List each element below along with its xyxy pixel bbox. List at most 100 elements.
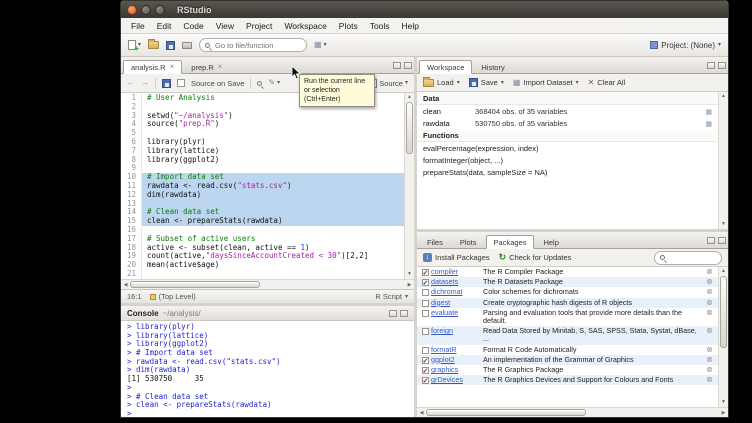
scroll-down-icon[interactable]: ▼ [719, 220, 728, 229]
workspace-vertical-scrollbar[interactable]: ▲ ▼ [718, 92, 728, 229]
maximize-pane-icon[interactable] [404, 62, 412, 69]
print-button[interactable] [182, 42, 192, 49]
remove-package-icon[interactable]: ⊗ [703, 309, 716, 317]
scrollbar-track[interactable] [130, 280, 405, 289]
remove-package-icon[interactable]: ⊗ [703, 278, 716, 286]
menu-workspace[interactable]: Workspace [278, 19, 332, 33]
package-link[interactable]: graphics [431, 366, 479, 374]
tab-packages[interactable]: Packages [486, 235, 535, 249]
open-file-button[interactable] [148, 41, 159, 49]
menu-tools[interactable]: Tools [364, 19, 396, 33]
menu-help[interactable]: Help [396, 19, 425, 33]
scrollbar-thumb[interactable] [130, 281, 260, 288]
package-checkbox[interactable] [419, 327, 431, 335]
workspace-data-row[interactable]: rawdata 530750 obs. of 35 variables ▦ [417, 117, 718, 129]
package-checkbox[interactable] [419, 288, 431, 296]
workspace-function-row[interactable]: evalPercentage(expression, index) [417, 142, 718, 154]
package-checkbox[interactable] [419, 299, 431, 307]
project-selector[interactable]: Project: (None) ▾ [650, 41, 721, 50]
package-search-input[interactable] [668, 252, 716, 263]
menu-project[interactable]: Project [240, 19, 278, 33]
package-checkbox[interactable]: ✓ [419, 356, 431, 364]
back-icon[interactable]: ← [127, 79, 135, 87]
package-link[interactable]: datasets [431, 278, 479, 286]
save-source-icon[interactable] [162, 79, 171, 88]
tab-history[interactable]: History [473, 60, 512, 74]
editor-horizontal-scrollbar[interactable]: ◀ ▶ [121, 279, 414, 289]
scroll-down-icon[interactable]: ▼ [719, 398, 728, 407]
scrollbar-track[interactable] [719, 276, 728, 398]
remove-package-icon[interactable]: ⊗ [703, 327, 716, 335]
workspace-data-row[interactable]: clean 368404 obs. of 35 variables ▦ [417, 105, 718, 117]
scroll-up-icon[interactable]: ▲ [405, 93, 414, 102]
workspace-function-row[interactable]: formatInteger(object, ...) [417, 154, 718, 166]
check-updates-button[interactable]: ↻Check for Updates [499, 253, 572, 262]
package-checkbox[interactable]: ✓ [419, 268, 431, 276]
menu-view[interactable]: View [210, 19, 240, 33]
package-checkbox[interactable] [419, 309, 431, 317]
save-workspace-button[interactable]: Save▾ [469, 78, 504, 87]
menu-edit[interactable]: Edit [151, 19, 178, 33]
remove-package-icon[interactable]: ⊗ [703, 356, 716, 364]
close-window-button[interactable] [127, 5, 137, 15]
scope-selector[interactable]: (Top Level) [150, 292, 196, 301]
source-button[interactable]: Source▾ [370, 79, 408, 88]
console-output[interactable]: > library(plyr) > library(lattice) > lib… [121, 321, 414, 417]
package-checkbox[interactable]: ✓ [419, 376, 431, 384]
scroll-left-icon[interactable]: ◀ [417, 408, 426, 417]
tab-plots[interactable]: Plots [452, 235, 485, 249]
scroll-down-icon[interactable]: ▼ [405, 270, 414, 279]
save-button[interactable] [166, 41, 175, 50]
close-tab-icon[interactable]: × [170, 63, 175, 71]
maximize-pane-icon[interactable] [400, 310, 408, 317]
minimize-window-button[interactable] [141, 5, 151, 15]
tab-help[interactable]: Help [535, 235, 566, 249]
minimize-pane-icon[interactable] [393, 62, 401, 69]
remove-package-icon[interactable]: ⊗ [703, 366, 716, 374]
file-type-selector[interactable]: R Script▾ [375, 292, 408, 301]
tab-files[interactable]: Files [419, 235, 451, 249]
install-packages-button[interactable]: ↓Install Packages [423, 253, 490, 262]
menu-code[interactable]: Code [177, 19, 209, 33]
package-checkbox[interactable] [419, 346, 431, 354]
maximize-window-button[interactable] [155, 5, 165, 15]
scrollbar-thumb[interactable] [406, 102, 413, 154]
scrollbar-track[interactable] [405, 102, 414, 270]
view-data-icon[interactable]: ▦ [705, 120, 712, 128]
package-link[interactable]: dichromat [431, 288, 479, 296]
view-data-icon[interactable]: ▦ [705, 108, 712, 116]
minimize-pane-icon[interactable] [707, 237, 715, 244]
package-link[interactable]: digest [431, 299, 479, 307]
clear-all-button[interactable]: ✕Clear All [588, 78, 626, 87]
package-link[interactable]: formatR [431, 346, 479, 354]
package-checkbox[interactable]: ✓ [419, 366, 431, 374]
scroll-up-icon[interactable]: ▲ [719, 92, 728, 101]
workspace-function-row[interactable]: prepareStats(data, sampleSize = NA) [417, 166, 718, 178]
tab-workspace[interactable]: Workspace [419, 60, 472, 74]
package-checkbox[interactable]: ✓ [419, 278, 431, 286]
remove-package-icon[interactable]: ⊗ [703, 288, 716, 296]
package-link[interactable]: compiler [431, 268, 479, 276]
scroll-left-icon[interactable]: ◀ [121, 280, 130, 289]
minimize-pane-icon[interactable] [707, 62, 715, 69]
tab-analysis-r[interactable]: analysis.R× [123, 60, 182, 74]
package-link[interactable]: evaluate [431, 309, 479, 317]
tab-prep-r[interactable]: prep.R× [183, 60, 230, 74]
package-link[interactable]: foreign [431, 327, 479, 335]
code-editor[interactable]: 1# User Analysis 2 3setwd("~/analysis") … [121, 93, 414, 279]
menu-file[interactable]: File [125, 19, 151, 33]
close-tab-icon[interactable]: × [218, 63, 223, 71]
code-tools-button[interactable]: ✎▾ [268, 79, 280, 87]
forward-icon[interactable]: → [141, 79, 149, 87]
remove-package-icon[interactable]: ⊗ [703, 268, 716, 276]
remove-package-icon[interactable]: ⊗ [703, 299, 716, 307]
scrollbar-track[interactable] [719, 101, 728, 220]
scrollbar-thumb[interactable] [720, 276, 727, 348]
source-on-save-checkbox[interactable] [177, 79, 185, 87]
scroll-right-icon[interactable]: ▶ [405, 280, 414, 289]
maximize-pane-icon[interactable] [718, 237, 726, 244]
packages-vertical-scrollbar[interactable]: ▲ ▼ [718, 267, 728, 407]
find-icon[interactable] [257, 81, 262, 86]
goto-file-input[interactable] [213, 40, 301, 51]
import-dataset-button[interactable]: ▦Import Dataset▾ [513, 78, 579, 87]
